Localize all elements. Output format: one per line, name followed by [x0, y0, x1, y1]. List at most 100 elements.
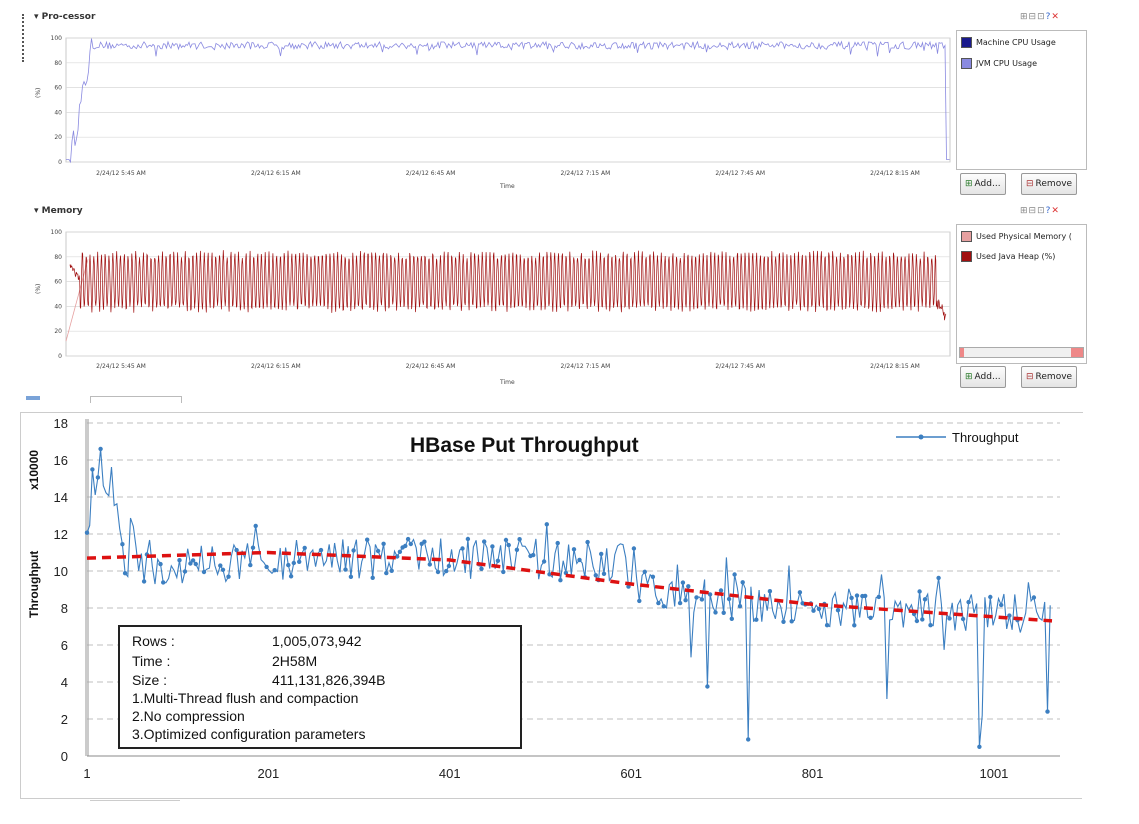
- hbase-info-box: Rows : 1,005,073,942 Time : 2H58M Size :…: [118, 625, 522, 749]
- y-tick-label: 60: [54, 279, 62, 286]
- x-tick-label: 2/24/12 6:45 AM: [406, 363, 456, 370]
- scrollbar-end[interactable]: [1071, 348, 1083, 357]
- remove-icon: ⊟: [1026, 179, 1034, 189]
- processor-section-title[interactable]: ▾ Pro-cessor: [34, 12, 95, 22]
- y-tick-label: 100: [51, 35, 63, 42]
- memory-toolbar[interactable]: ⊞⊟⊡?✕: [1020, 206, 1060, 216]
- throughput-point: [917, 589, 922, 594]
- throughput-point: [182, 569, 188, 574]
- toolbar-icons[interactable]: ⊞⊟⊡: [1020, 206, 1046, 216]
- throughput-point: [479, 566, 484, 571]
- throughput-point: [729, 616, 734, 621]
- throughput-point: [966, 599, 971, 605]
- throughput-point: [601, 571, 607, 576]
- bottom-divider: [20, 798, 1082, 799]
- x-tick-label: 2/24/12 7:45 AM: [715, 363, 765, 370]
- processor-yticks: 100 80 60 40 20 0: [51, 35, 63, 166]
- legend-java-heap: Used Java Heap (%): [961, 251, 1055, 262]
- add-icon: ⊞: [965, 372, 973, 382]
- trend-line: [86, 550, 1053, 623]
- throughput-point: [705, 684, 710, 689]
- throughput-point: [863, 593, 868, 599]
- throughput-point: [754, 617, 759, 622]
- swatch-machine-cpu: [961, 37, 972, 48]
- x-tick-label: 801: [802, 766, 824, 781]
- top-dots: [22, 14, 26, 62]
- throughput-point: [811, 608, 816, 613]
- throughput-point: [737, 604, 743, 609]
- throughput-point: [593, 573, 598, 578]
- note-3: 3.Optimized configuration parameters: [132, 726, 366, 742]
- close-icon[interactable]: ✕: [1051, 206, 1060, 216]
- memory-add-button[interactable]: ⊞ Add...: [960, 366, 1006, 388]
- hbase-yunit: x10000: [27, 450, 41, 490]
- y-tick-label: 0: [58, 159, 62, 166]
- hbase-legend: Throughput: [896, 430, 1019, 445]
- tab-outline[interactable]: [90, 396, 182, 403]
- swatch-java-heap: [961, 251, 972, 262]
- tab-marker[interactable]: [26, 396, 40, 400]
- bottom-tab-strip[interactable]: [22, 396, 182, 403]
- rows-label: Rows :: [132, 633, 175, 649]
- throughput-point: [375, 548, 381, 554]
- throughput-point: [495, 558, 501, 563]
- throughput-point: [193, 561, 198, 567]
- throughput-point: [928, 623, 933, 628]
- x-tick-label: 2/24/12 6:45 AM: [406, 170, 456, 177]
- bottom-tab-left: [90, 800, 180, 801]
- throughput-point: [384, 570, 389, 576]
- y-tick-label: 2: [61, 712, 68, 727]
- throughput-point: [381, 541, 386, 546]
- collapse-icon: ▾: [34, 206, 42, 216]
- x-tick-label: 2/24/12 8:15 AM: [870, 170, 920, 177]
- throughput-point: [286, 562, 291, 568]
- memory-remove-button[interactable]: ⊟ Remove: [1021, 366, 1078, 388]
- legend-scrollbar[interactable]: [959, 347, 1084, 358]
- throughput-point: [291, 560, 296, 566]
- throughput-point: [577, 557, 582, 563]
- processor-toolbar[interactable]: ⊞⊟⊡?✕: [1020, 12, 1060, 22]
- throughput-point: [746, 737, 751, 742]
- x-tick-label: 1: [83, 766, 90, 781]
- memory-ylabel: (%): [35, 284, 42, 294]
- throughput-point: [661, 604, 666, 609]
- throughput-point: [781, 619, 786, 624]
- throughput-point: [98, 446, 103, 452]
- y-tick-label: 10: [54, 564, 68, 579]
- y-tick-label: 4: [61, 675, 68, 690]
- x-tick-label: 201: [258, 766, 280, 781]
- throughput-point: [272, 568, 277, 573]
- throughput-point: [120, 542, 125, 547]
- y-tick-label: 0: [61, 749, 68, 764]
- x-tick-label: 1001: [979, 766, 1008, 781]
- x-tick-label: 2/24/12 8:15 AM: [870, 363, 920, 370]
- throughput-point: [599, 551, 604, 557]
- toolbar-icons[interactable]: ⊞⊟⊡: [1020, 12, 1046, 22]
- memory-section-title[interactable]: ▾ Memory: [34, 206, 83, 216]
- y-tick-label: 80: [54, 254, 62, 261]
- swatch-physical-memory: [961, 231, 972, 242]
- throughput-point: [721, 610, 726, 615]
- processor-ylabel: (%): [35, 88, 42, 98]
- throughput-point: [541, 559, 547, 564]
- processor-add-button[interactable]: ⊞ Add...: [960, 173, 1006, 195]
- throughput-point: [422, 539, 427, 544]
- throughput-point: [465, 536, 471, 542]
- processor-remove-button[interactable]: ⊟ Remove: [1021, 173, 1078, 195]
- legend-machine-cpu: Machine CPU Usage: [961, 37, 1056, 48]
- throughput-point: [558, 578, 563, 583]
- memory-chart: 100 80 60 40 20 0 2/24/12 5:45 AM 2/24/12 6:15…: [35, 229, 951, 386]
- throughput-point: [506, 542, 511, 548]
- close-icon[interactable]: ✕: [1051, 12, 1060, 22]
- throughput-point: [977, 744, 982, 749]
- processor-grid: [65, 37, 951, 163]
- throughput-point: [868, 615, 873, 620]
- throughput-point: [446, 563, 452, 569]
- throughput-point: [234, 547, 239, 553]
- x-tick-label: 2/24/12 6:15 AM: [251, 170, 301, 177]
- memory-xticks: 2/24/12 5:45 AM 2/24/12 6:15 AM 2/24/12 6:…: [96, 363, 920, 370]
- scrollbar-thumb[interactable]: [960, 348, 964, 357]
- throughput-point: [226, 574, 231, 579]
- x-tick-label: 401: [439, 766, 461, 781]
- throughput-point: [122, 571, 128, 576]
